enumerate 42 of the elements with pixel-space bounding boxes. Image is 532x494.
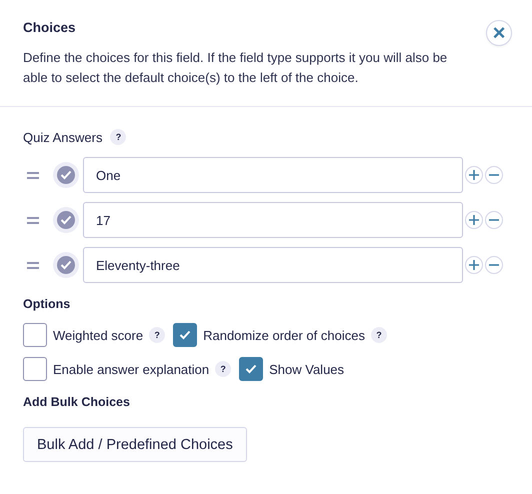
plus-icon bbox=[468, 259, 480, 271]
section-title: Options bbox=[23, 297, 72, 311]
remove-choice-button[interactable] bbox=[485, 211, 503, 229]
drag-handle-icon[interactable] bbox=[27, 262, 39, 268]
plus-icon bbox=[468, 214, 480, 226]
help-badge[interactable]: ? bbox=[370, 327, 387, 343]
checkmark-icon bbox=[60, 170, 72, 180]
help-badge[interactable]: ? bbox=[215, 361, 232, 377]
checkbox-label: Weighted score bbox=[53, 328, 144, 342]
choice-input[interactable]: 17 bbox=[83, 202, 463, 238]
choice-input[interactable]: Eleventy-three bbox=[83, 247, 463, 283]
section-title: Add Bulk Choices bbox=[23, 395, 131, 409]
choice-input[interactable]: One bbox=[83, 157, 463, 193]
checkmark-icon bbox=[60, 215, 72, 225]
add-choice-button[interactable] bbox=[465, 256, 483, 274]
plus-icon bbox=[468, 169, 480, 181]
checkbox[interactable] bbox=[23, 323, 47, 347]
remove-choice-button[interactable] bbox=[485, 256, 503, 274]
default-choice-toggle[interactable] bbox=[53, 207, 79, 233]
checkmark-icon bbox=[179, 330, 192, 340]
add-choice-button[interactable] bbox=[465, 211, 483, 229]
panel-description: Define the choices for this field. If the field type supports it you will also be able to select the default choice(s) to the left of the choice. bbox=[23, 49, 448, 87]
drag-handle-icon[interactable] bbox=[27, 216, 39, 224]
checkbox-label: Randomize order of choices bbox=[203, 328, 365, 342]
checkmark-icon bbox=[60, 260, 72, 270]
checkbox-label: Show Values bbox=[269, 362, 344, 376]
panel-title: Choices bbox=[23, 20, 77, 35]
checkbox[interactable] bbox=[173, 323, 198, 347]
checkbox-label: Enable answer explanation bbox=[53, 362, 210, 376]
drag-handle-icon[interactable] bbox=[27, 172, 39, 178]
checkbox[interactable] bbox=[23, 357, 47, 381]
help-badge[interactable]: ? bbox=[149, 327, 166, 343]
add-choice-button[interactable] bbox=[465, 166, 483, 184]
close-button[interactable]: × bbox=[486, 20, 512, 46]
checkbox[interactable] bbox=[239, 357, 264, 381]
remove-choice-button[interactable] bbox=[485, 166, 503, 184]
bulk-add-button[interactable]: Bulk Add / Predefined Choices bbox=[23, 427, 247, 462]
field-label: Quiz Answers bbox=[23, 130, 102, 144]
help-badge[interactable]: ? bbox=[110, 129, 126, 145]
checkmark-icon bbox=[245, 364, 258, 374]
default-choice-toggle[interactable] bbox=[53, 162, 79, 188]
default-choice-toggle[interactable] bbox=[53, 252, 79, 278]
